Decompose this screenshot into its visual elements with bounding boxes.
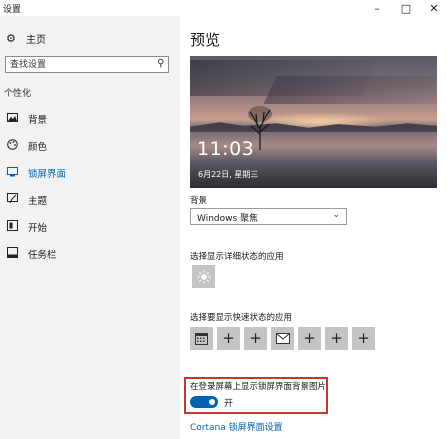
quick-status-tile-calendar[interactable] [190, 327, 213, 350]
signin-background-label: 在登录屏幕上显示锁屏界面背景图片 [190, 382, 327, 392]
window-title: 设置 [3, 5, 22, 15]
plus-icon: + [330, 329, 343, 347]
background-label: 背景 [190, 196, 208, 206]
sidebar-item-label: 开始 [28, 223, 48, 234]
main-panel: 预览 11:03 6月22日, 星期三 背景 Windows 聚焦 ⌄ 选择显示… [180, 16, 447, 439]
quick-status-tile-add[interactable]: + [352, 327, 375, 350]
title-bar: 设置 – □ ✕ [0, 0, 447, 16]
search-box[interactable]: ⚲ [5, 56, 169, 73]
toggle-state-label: 开 [224, 399, 234, 409]
lock-screen-time: 11:03 [197, 138, 255, 160]
gear-icon: ⚙ [6, 32, 16, 45]
sidebar: ⚙ 主页 ⚲ 个性化 背景 颜色 锁屏界面 [0, 16, 180, 439]
sidebar-item-taskbar[interactable]: 任务栏 [6, 247, 57, 261]
toggle-knob [209, 399, 215, 405]
detail-status-app-tile[interactable] [192, 265, 215, 288]
plus-icon: + [303, 329, 316, 347]
background-dropdown[interactable]: Windows 聚焦 ⌄ [190, 208, 347, 225]
maximize-button[interactable]: □ [393, 0, 419, 16]
palette-icon [6, 139, 18, 153]
plus-icon: + [222, 329, 235, 347]
lock-screen-date: 6月22日, 星期三 [198, 170, 259, 179]
sun-icon [197, 270, 210, 283]
signin-background-toggle[interactable] [190, 396, 218, 408]
sidebar-item-label: 颜色 [28, 142, 48, 153]
close-button[interactable]: ✕ [421, 0, 447, 16]
image-icon [6, 113, 18, 125]
cortana-settings-link[interactable]: Cortana 锁屏界面设置 [190, 420, 283, 433]
quick-status-tile-add[interactable]: + [244, 327, 267, 350]
mail-icon [275, 333, 290, 344]
lock-screen-icon [6, 166, 18, 180]
background-dropdown-value: Windows 聚焦 [197, 214, 259, 224]
quick-status-tile-add[interactable]: + [325, 327, 348, 350]
start-icon [6, 220, 18, 234]
sidebar-item-lock-screen[interactable]: 锁屏界面 [6, 166, 66, 180]
quick-status-tile-add[interactable]: + [298, 327, 321, 350]
section-label-personalization: 个性化 [4, 89, 32, 99]
lock-screen-preview: 11:03 6月22日, 星期三 [190, 56, 437, 188]
plus-icon: + [249, 329, 262, 347]
sidebar-item-colors[interactable]: 颜色 [6, 139, 47, 153]
sidebar-item-label: 主题 [28, 196, 48, 207]
preview-cloud [263, 76, 437, 104]
taskbar-icon [6, 247, 18, 261]
sidebar-item-label: 锁屏界面 [28, 169, 67, 180]
sidebar-item-background[interactable]: 背景 [6, 112, 47, 126]
calendar-icon [195, 333, 208, 345]
quick-status-tile-add[interactable]: + [217, 327, 240, 350]
theme-icon [6, 193, 18, 207]
detail-status-label: 选择显示详细状态的应用 [190, 252, 284, 262]
minimize-button[interactable]: – [364, 0, 390, 16]
settings-window: 设置 – □ ✕ ⚙ 主页 ⚲ 个性化 背景 颜色 [0, 0, 447, 439]
sidebar-item-label: 任务栏 [28, 250, 57, 261]
search-input[interactable] [6, 57, 156, 72]
sidebar-item-label: 背景 [28, 115, 48, 126]
home-nav-item[interactable]: ⚙ 主页 [6, 31, 46, 46]
sidebar-item-start[interactable]: 开始 [6, 220, 47, 234]
search-icon[interactable]: ⚲ [157, 58, 164, 69]
chevron-down-icon: ⌄ [332, 210, 340, 220]
home-label: 主页 [26, 35, 46, 46]
plus-icon: + [357, 329, 370, 347]
page-title: 预览 [190, 31, 221, 49]
sidebar-item-themes[interactable]: 主题 [6, 193, 47, 207]
quick-status-label: 选择要显示快速状态的应用 [190, 313, 293, 323]
quick-status-tile-mail[interactable] [271, 327, 294, 350]
